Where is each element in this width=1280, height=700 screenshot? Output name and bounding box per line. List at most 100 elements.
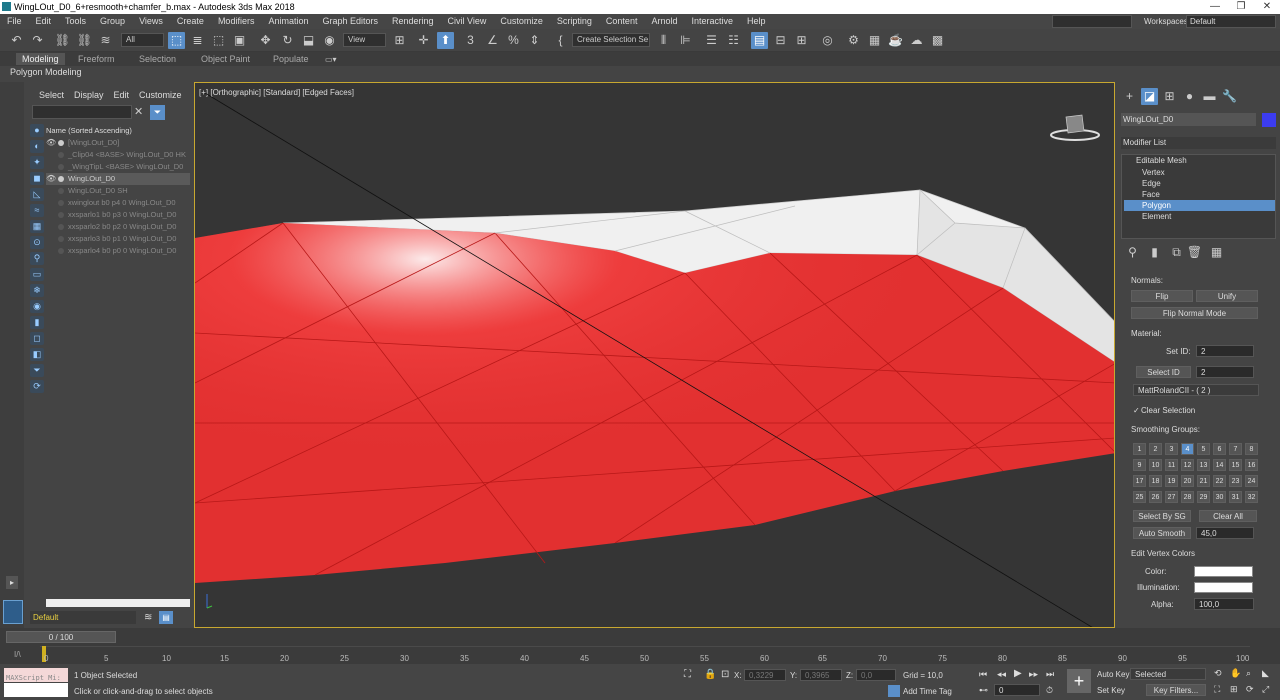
se-menu-select[interactable]: Select xyxy=(34,90,69,100)
list-item[interactable]: xxsparlo1 b0 p3 0 WingLOut_D0 xyxy=(46,209,190,221)
absolute-mode-icon[interactable]: ⊡ xyxy=(721,669,729,680)
rectangular-selection-icon[interactable]: ⬚ xyxy=(210,32,227,49)
select-by-sg-button[interactable]: Select By SG xyxy=(1133,510,1191,522)
display-lights-icon[interactable]: ✦ xyxy=(30,156,44,169)
se-horizontal-scrollbar[interactable] xyxy=(46,599,190,607)
selection-filter-dropdown[interactable]: All xyxy=(121,33,164,47)
vertex-color-swatch[interactable] xyxy=(1194,566,1253,577)
se-menu-edit[interactable]: Edit xyxy=(109,90,135,100)
display-containers-icon[interactable]: ▭ xyxy=(30,268,44,281)
modifier-list-dropdown[interactable]: Modifier List xyxy=(1121,137,1276,149)
material-editor-icon[interactable]: ◎ xyxy=(819,32,836,49)
stack-item-editable-mesh[interactable]: Editable Mesh xyxy=(1124,155,1275,166)
key-filters-button[interactable]: Key Filters... xyxy=(1146,684,1206,696)
select-manipulate-icon[interactable]: ✛ xyxy=(415,32,432,49)
se-menu-customize[interactable]: Customize xyxy=(134,90,187,100)
pan-icon[interactable]: ✋ xyxy=(1230,668,1241,679)
undo-icon[interactable]: ↶ xyxy=(8,32,25,49)
angle-snap-icon[interactable]: ∠ xyxy=(484,32,501,49)
sg-button[interactable]: 18 xyxy=(1149,475,1162,487)
menu-create[interactable]: Create xyxy=(170,14,211,29)
menu-animation[interactable]: Animation xyxy=(261,14,315,29)
motion-panel-icon[interactable]: ● xyxy=(1181,88,1198,105)
set-key-button[interactable]: Set Key xyxy=(1097,686,1125,695)
stack-item-element[interactable]: Element xyxy=(1124,211,1275,222)
maximize-viewport-icon[interactable]: ⤢ xyxy=(1262,684,1269,695)
snaps-toggle-icon[interactable]: 3 xyxy=(462,32,479,49)
list-item[interactable]: _Clip04 <BASE> WingLOut_D0 HK xyxy=(46,149,190,161)
menu-edit[interactable]: Edit xyxy=(29,14,59,29)
menu-tools[interactable]: Tools xyxy=(58,14,93,29)
list-item[interactable]: xxsparlo4 b0 p0 0 WingLOut_D0 xyxy=(46,245,190,257)
display-helpers-icon[interactable]: ◺ xyxy=(30,188,44,201)
move-icon[interactable]: ✥ xyxy=(257,32,274,49)
menu-civil-view[interactable]: Civil View xyxy=(441,14,494,29)
previous-frame-icon[interactable]: ◂◂ xyxy=(997,669,1006,680)
stack-item-vertex[interactable]: Vertex xyxy=(1124,167,1275,178)
flip-button[interactable]: Flip xyxy=(1131,290,1193,302)
list-item[interactable]: 👁 WingLOut_D0 xyxy=(46,173,190,185)
remove-modifier-icon[interactable]: 🗑 xyxy=(1186,244,1203,261)
toggle-ribbon-icon[interactable]: ▤ xyxy=(751,32,768,49)
object-name-field[interactable]: WingLOut_D0 xyxy=(1121,113,1256,126)
z-coordinate-field[interactable]: 0,0 xyxy=(856,669,896,681)
display-frozen-icon[interactable]: ❄ xyxy=(30,284,44,297)
rendered-frame-window-icon[interactable]: ▦ xyxy=(866,32,883,49)
bind-space-warp-icon[interactable]: ≋ xyxy=(97,32,114,49)
sg-button[interactable]: 19 xyxy=(1165,475,1178,487)
ribbon-tab-selection[interactable]: Selection xyxy=(133,53,182,65)
set-key-big-icon[interactable]: + xyxy=(1067,669,1091,693)
freeze-dot-icon[interactable] xyxy=(58,176,64,183)
list-item[interactable]: _WingTipL <BASE> WingLOut_D0 xyxy=(46,161,190,173)
scene-explorer-toggle-icon[interactable]: ▤ xyxy=(159,611,173,624)
menu-file[interactable]: File xyxy=(0,14,29,29)
a360-gallery-icon[interactable]: ▩ xyxy=(929,32,946,49)
sg-button[interactable]: 31 xyxy=(1229,491,1242,503)
keyboard-shortcut-override-icon[interactable]: ⬆ xyxy=(437,32,454,49)
display-space-warps-icon[interactable]: ≈ xyxy=(30,204,44,217)
show-end-result-icon[interactable]: ▮ xyxy=(1146,244,1163,261)
select-object-icon[interactable]: ⬚ xyxy=(168,32,185,49)
freeze-dot-icon[interactable] xyxy=(58,224,64,231)
scene-explorer-toggle-icon[interactable]: ☰ xyxy=(703,32,720,49)
field-of-view-icon[interactable]: ◣ xyxy=(1262,668,1269,679)
sg-button[interactable]: 3 xyxy=(1165,443,1178,455)
zoom-icon[interactable]: ⌕ xyxy=(1246,668,1251,679)
sg-button[interactable]: 15 xyxy=(1229,459,1242,471)
sg-button[interactable]: 1 xyxy=(1133,443,1146,455)
menu-views[interactable]: Views xyxy=(132,14,170,29)
mesh-canvas[interactable] xyxy=(195,83,1115,628)
sg-button[interactable]: 5 xyxy=(1197,443,1210,455)
add-time-tag-icon[interactable] xyxy=(888,685,900,697)
render-setup-icon[interactable]: ⚙ xyxy=(845,32,862,49)
spinner-snap-icon[interactable]: ⇕ xyxy=(526,32,543,49)
next-frame-icon[interactable]: ▸▸ xyxy=(1029,669,1038,680)
list-item[interactable]: WingLOut_D0 SH xyxy=(46,185,190,197)
named-selection-sets-dropdown[interactable]: Create Selection Se xyxy=(572,33,650,47)
window-crossing-icon[interactable]: ▣ xyxy=(231,32,248,49)
list-item[interactable]: xwinglout b0 p4 0 WingLOut_D0 xyxy=(46,197,190,209)
menu-scripting[interactable]: Scripting xyxy=(550,14,599,29)
key-mode-icon[interactable]: I/\ xyxy=(14,650,21,659)
pivot-center-icon[interactable]: ⊞ xyxy=(391,32,408,49)
configure-modifier-sets-icon[interactable]: ▦ xyxy=(1208,244,1225,261)
sg-button[interactable]: 8 xyxy=(1245,443,1258,455)
sg-button[interactable]: 2 xyxy=(1149,443,1162,455)
filter-toggle-icon[interactable]: ⏷ xyxy=(30,364,44,377)
freeze-dot-icon[interactable] xyxy=(58,212,64,219)
alpha-spinner[interactable]: 100,0 xyxy=(1194,598,1254,610)
list-item[interactable]: 👁 [WingLOut_D0] xyxy=(46,137,190,149)
x-coordinate-field[interactable]: 0,3229 xyxy=(744,669,786,681)
utilities-panel-icon[interactable]: 🔧 xyxy=(1221,88,1238,105)
time-configuration-icon[interactable]: ⏱ xyxy=(1046,685,1053,696)
sg-button[interactable]: 30 xyxy=(1213,491,1226,503)
menu-rendering[interactable]: Rendering xyxy=(385,14,441,29)
y-coordinate-field[interactable]: 0,3965 xyxy=(800,669,842,681)
select-id-spinner[interactable]: 2 xyxy=(1196,366,1254,378)
orbit-subobject-icon[interactable]: ⟳ xyxy=(1246,684,1254,695)
minimize-button[interactable]: — xyxy=(1202,0,1228,14)
ribbon-tab-freeform[interactable]: Freeform xyxy=(72,53,121,65)
sg-button[interactable]: 7 xyxy=(1229,443,1242,455)
ribbon-tab-populate[interactable]: Populate xyxy=(267,53,315,65)
se-menu-display[interactable]: Display xyxy=(69,90,109,100)
